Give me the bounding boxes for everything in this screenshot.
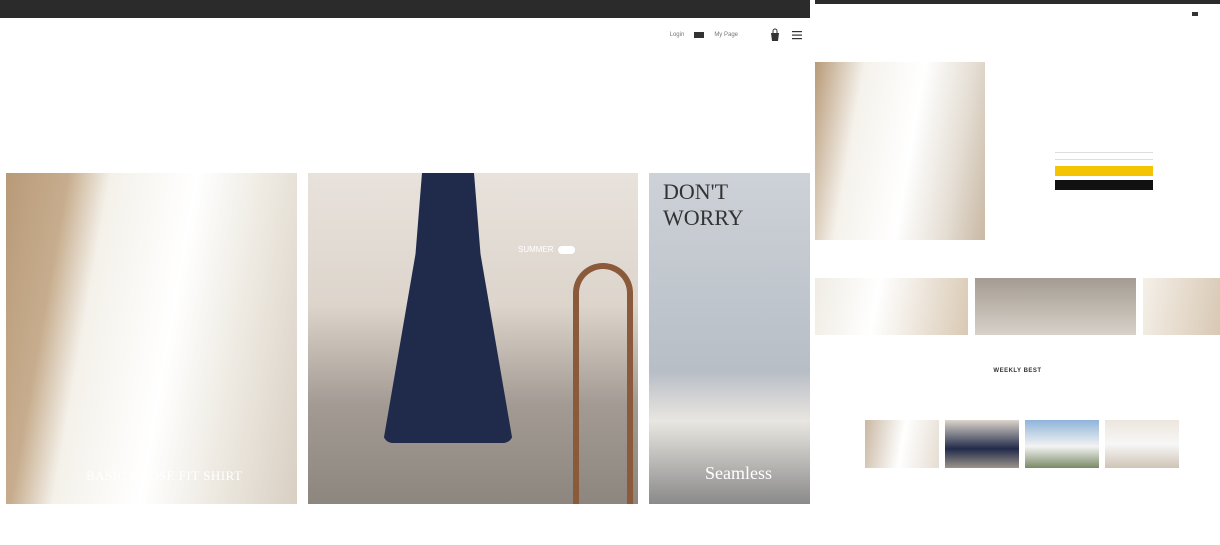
option-label — [1055, 77, 1056, 82]
shop-main-page: Login My Page BASIC LOOSE FIT SHIRT SUMM… — [0, 0, 810, 545]
tab-detail[interactable] — [865, 247, 866, 252]
add-to-cart-button[interactable] — [1055, 180, 1153, 190]
slide-shirt[interactable]: BASIC LOOSE FIT SHIRT — [6, 173, 297, 504]
option-row[interactable] — [1055, 77, 1155, 82]
product-thumbnail[interactable] — [1025, 420, 1099, 468]
product-thumbnail[interactable] — [945, 420, 1019, 468]
menu-icon[interactable] — [792, 30, 802, 40]
slide-headline: DON'T WORRY — [663, 179, 744, 230]
option-row[interactable] — [1055, 66, 1155, 71]
option-label — [1055, 88, 1056, 93]
weekly-best-grid — [865, 420, 1179, 471]
top-promo-bar[interactable] — [0, 0, 810, 18]
summer-pill — [557, 245, 576, 254]
weekly-best-title: WEEKLY BEST — [993, 368, 1042, 374]
shopping-bag-icon[interactable] — [768, 28, 782, 42]
dress-image — [383, 173, 513, 443]
join-button[interactable] — [694, 32, 705, 38]
detail-photo — [1143, 278, 1220, 335]
detail-photo — [815, 278, 968, 335]
hero-slider[interactable]: BASIC LOOSE FIT SHIRT SUMMER DON'T WORRY… — [6, 173, 810, 504]
option-label — [1055, 66, 1056, 71]
product-card[interactable] — [865, 420, 939, 471]
product-thumbnail[interactable] — [865, 420, 939, 468]
chair-image — [573, 263, 633, 504]
product-detail-page: WEEKLY BEST — [815, 0, 1220, 545]
tab-qna[interactable] — [1169, 247, 1170, 252]
quantity-row[interactable] — [1055, 152, 1153, 160]
slide-caption: BASIC LOOSE FIT SHIRT — [86, 468, 243, 483]
login-link[interactable]: Login — [670, 32, 685, 38]
tab-review[interactable] — [1068, 247, 1069, 252]
utility-links: Login My Page — [670, 28, 802, 42]
top-promo-bar — [815, 0, 1220, 4]
summer-label: SUMMER — [518, 245, 554, 254]
option-row[interactable] — [1055, 88, 1155, 93]
buy-now-button[interactable] — [1055, 166, 1153, 176]
tab-size[interactable] — [966, 247, 967, 252]
join-button[interactable] — [1192, 12, 1198, 16]
product-card[interactable] — [1025, 420, 1099, 471]
mypage-link[interactable]: My Page — [714, 32, 738, 38]
product-info — [1055, 60, 1155, 93]
slide-seamless[interactable]: DON'T WORRY Seamless — [649, 173, 810, 504]
slide-caption: SUMMER — [518, 245, 576, 254]
detail-tabs — [815, 247, 1220, 252]
slide-dress[interactable]: SUMMER — [308, 173, 638, 504]
product-image[interactable] — [815, 62, 985, 240]
product-card[interactable] — [1105, 420, 1179, 471]
detail-photo — [975, 278, 1136, 335]
product-thumbnail[interactable] — [1105, 420, 1179, 468]
slide-caption: Seamless — [705, 463, 772, 483]
product-card[interactable] — [945, 420, 1019, 471]
utility-links — [1186, 12, 1216, 16]
screenshot-root: Login My Page BASIC LOOSE FIT SHIRT SUMM… — [0, 0, 1220, 545]
